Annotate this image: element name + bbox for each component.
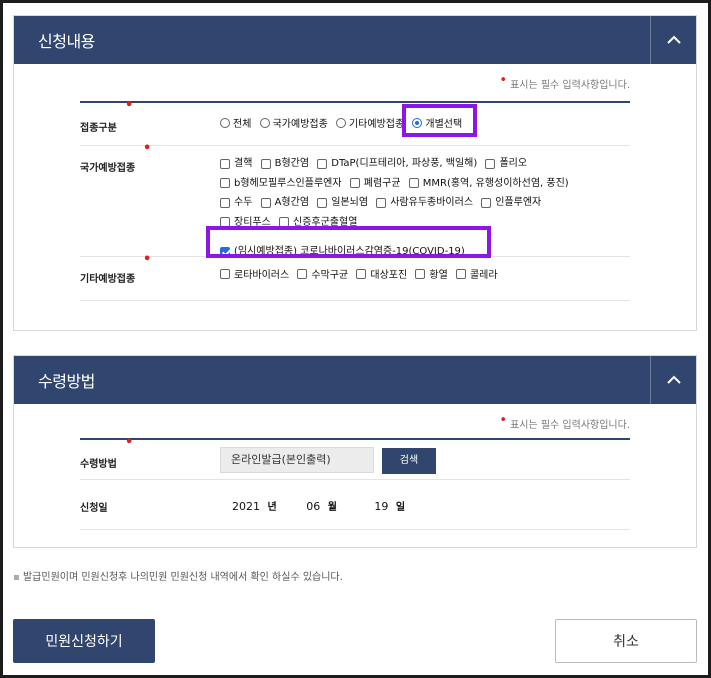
required-dot-icon: • — [143, 141, 152, 156]
row-label: 신청일 — [80, 503, 108, 514]
checkbox-hpv[interactable]: 사람유두종바이러스 — [376, 194, 473, 211]
search-button[interactable]: 검색 — [382, 448, 436, 474]
checkbox-icon — [317, 197, 328, 208]
section-header: 수령방법 — [14, 356, 696, 404]
radio-icon — [335, 117, 346, 128]
receipt-method-field: 온라인발급(본인출력) 검색 — [220, 440, 630, 479]
row-label: 기타예방접종 • — [80, 252, 152, 285]
checkbox-icon — [356, 268, 367, 279]
checkbox-icon — [376, 197, 387, 208]
checkbox-icon — [481, 197, 492, 208]
submit-application-button[interactable]: 민원신청하기 — [13, 619, 155, 663]
other-checkbox-group: 로타바이러스 수막구균 대상포진 황열 콜레라 — [220, 257, 630, 300]
required-dot-icon: • — [499, 73, 508, 88]
application-content-section: 신청내용 • 표시는 필수 입력사항입니다. 접종구분 • 전체 국가예방접종 기타… — [13, 15, 697, 331]
date-year: 2021 — [232, 500, 260, 513]
checkbox-hepb[interactable]: B형간염 — [260, 155, 309, 172]
checkbox-icon — [260, 158, 271, 169]
date-day: 19 — [374, 500, 389, 513]
required-dot-icon: • — [125, 98, 134, 113]
checkbox-icon — [220, 158, 230, 169]
required-dot-icon: • — [499, 413, 508, 428]
checkbox-icon — [220, 197, 230, 208]
checkbox-hib[interactable]: b형헤모필루스인플루엔자 — [220, 175, 342, 192]
application-date: 2021 년 06 월 19 일 — [220, 480, 630, 529]
checkbox-icon — [317, 158, 328, 169]
date-year-unit: 년 — [267, 502, 277, 513]
radio-icon — [259, 117, 270, 128]
row-label: 수령방법 • — [80, 435, 134, 470]
date-month: 06 — [306, 500, 321, 513]
row-label: 접종구분 • — [80, 98, 134, 134]
checkbox-zoster[interactable]: 대상포진 — [356, 266, 407, 281]
collapse-button[interactable] — [650, 356, 696, 404]
row-label: 국가예방접종 • — [80, 141, 152, 174]
section-title: 수령방법 — [38, 372, 95, 391]
checkbox-meningococcal[interactable]: 수막구균 — [297, 266, 348, 281]
checkbox-dtap[interactable]: DTaP(디프테리아, 파상풍, 백일해) — [317, 155, 477, 172]
section-title: 신청내용 — [38, 32, 95, 51]
chevron-up-icon — [666, 35, 681, 44]
required-note: • 표시는 필수 입력사항입니다. — [499, 73, 630, 91]
checkbox-icon — [220, 178, 230, 188]
checkbox-icon — [485, 158, 496, 169]
checkbox-icon — [260, 197, 271, 208]
date-day-unit: 일 — [395, 502, 406, 513]
checkbox-mmr[interactable]: MMR(홍역, 유행성이하선염, 풍진) — [408, 175, 569, 192]
checkbox-rotavirus[interactable]: 로타바이러스 — [220, 266, 289, 281]
receipt-method-section: 수령방법 • 표시는 필수 입력사항입니다. 수령방법 • 온라인발급(본인출력) 검… — [13, 355, 697, 548]
cancel-button[interactable]: 취소 — [555, 619, 697, 663]
date-month-unit: 월 — [327, 502, 337, 513]
chevron-up-icon — [666, 375, 681, 384]
checkbox-cholera[interactable]: 콜레라 — [455, 266, 498, 281]
row-application-date: 신청일 2021 년 06 월 19 일 — [80, 480, 630, 530]
section-header: 신청내용 — [14, 16, 696, 64]
checkbox-icon — [220, 268, 230, 279]
notice-text: ▪ 발급민원이며 민원신청후 나의민원 민원신청 내역에서 확인 하실수 있습니… — [13, 572, 343, 583]
row-other-vaccination: 기타예방접종 • 로타바이러스 수막구균 대상포진 황열 콜레라 — [80, 252, 630, 301]
radio-all[interactable]: 전체 — [220, 115, 251, 130]
highlight-covid19-option — [206, 226, 491, 258]
checkbox-influenza[interactable]: 인플루엔자 — [481, 194, 541, 211]
page-frame: 신청내용 • 표시는 필수 입력사항입니다. 접종구분 • 전체 국가예방접종 기타… — [3, 3, 708, 675]
radio-other[interactable]: 기타예방접종 — [335, 115, 404, 130]
radio-national[interactable]: 국가예방접종 — [259, 115, 328, 130]
bullet-icon: ▪ — [13, 572, 23, 583]
checkbox-varicella[interactable]: 수두 — [220, 194, 252, 211]
row-vaccination-type: 접종구분 • 전체 국가예방접종 기타예방접종 개별선택 — [80, 98, 630, 146]
highlight-individual-selection — [402, 104, 477, 137]
collapse-button[interactable] — [650, 16, 696, 64]
required-dot-icon: • — [125, 435, 134, 450]
checkbox-icon — [408, 178, 419, 188]
form-table: 수령방법 • 온라인발급(본인출력) 검색 신청일 2021 년 06 월 19 일 — [80, 435, 630, 530]
checkbox-polio[interactable]: 폴리오 — [485, 155, 527, 172]
checkbox-je[interactable]: 일본뇌염 — [317, 194, 368, 211]
checkbox-yellow-fever[interactable]: 황열 — [415, 266, 448, 281]
required-dot-icon: • — [143, 252, 152, 267]
checkbox-icon — [415, 268, 426, 279]
receipt-method-value: 온라인발급(본인출력) — [220, 447, 374, 473]
checkbox-icon — [349, 178, 360, 188]
required-note: • 표시는 필수 입력사항입니다. — [499, 413, 630, 431]
row-receipt-method: 수령방법 • 온라인발급(본인출력) 검색 — [80, 435, 630, 480]
checkbox-pneumococcal[interactable]: 폐렴구균 — [349, 175, 401, 192]
checkbox-icon — [455, 268, 466, 279]
radio-icon — [220, 117, 230, 128]
form-table: 접종구분• 전체 국가예방접종 기타예방접종 개별선택 국가예방접종• 결핵 — [80, 98, 630, 301]
checkbox-bcg[interactable]: 결핵 — [220, 155, 252, 172]
checkbox-hepa[interactable]: A형간염 — [260, 194, 309, 211]
checkbox-icon — [297, 268, 308, 279]
